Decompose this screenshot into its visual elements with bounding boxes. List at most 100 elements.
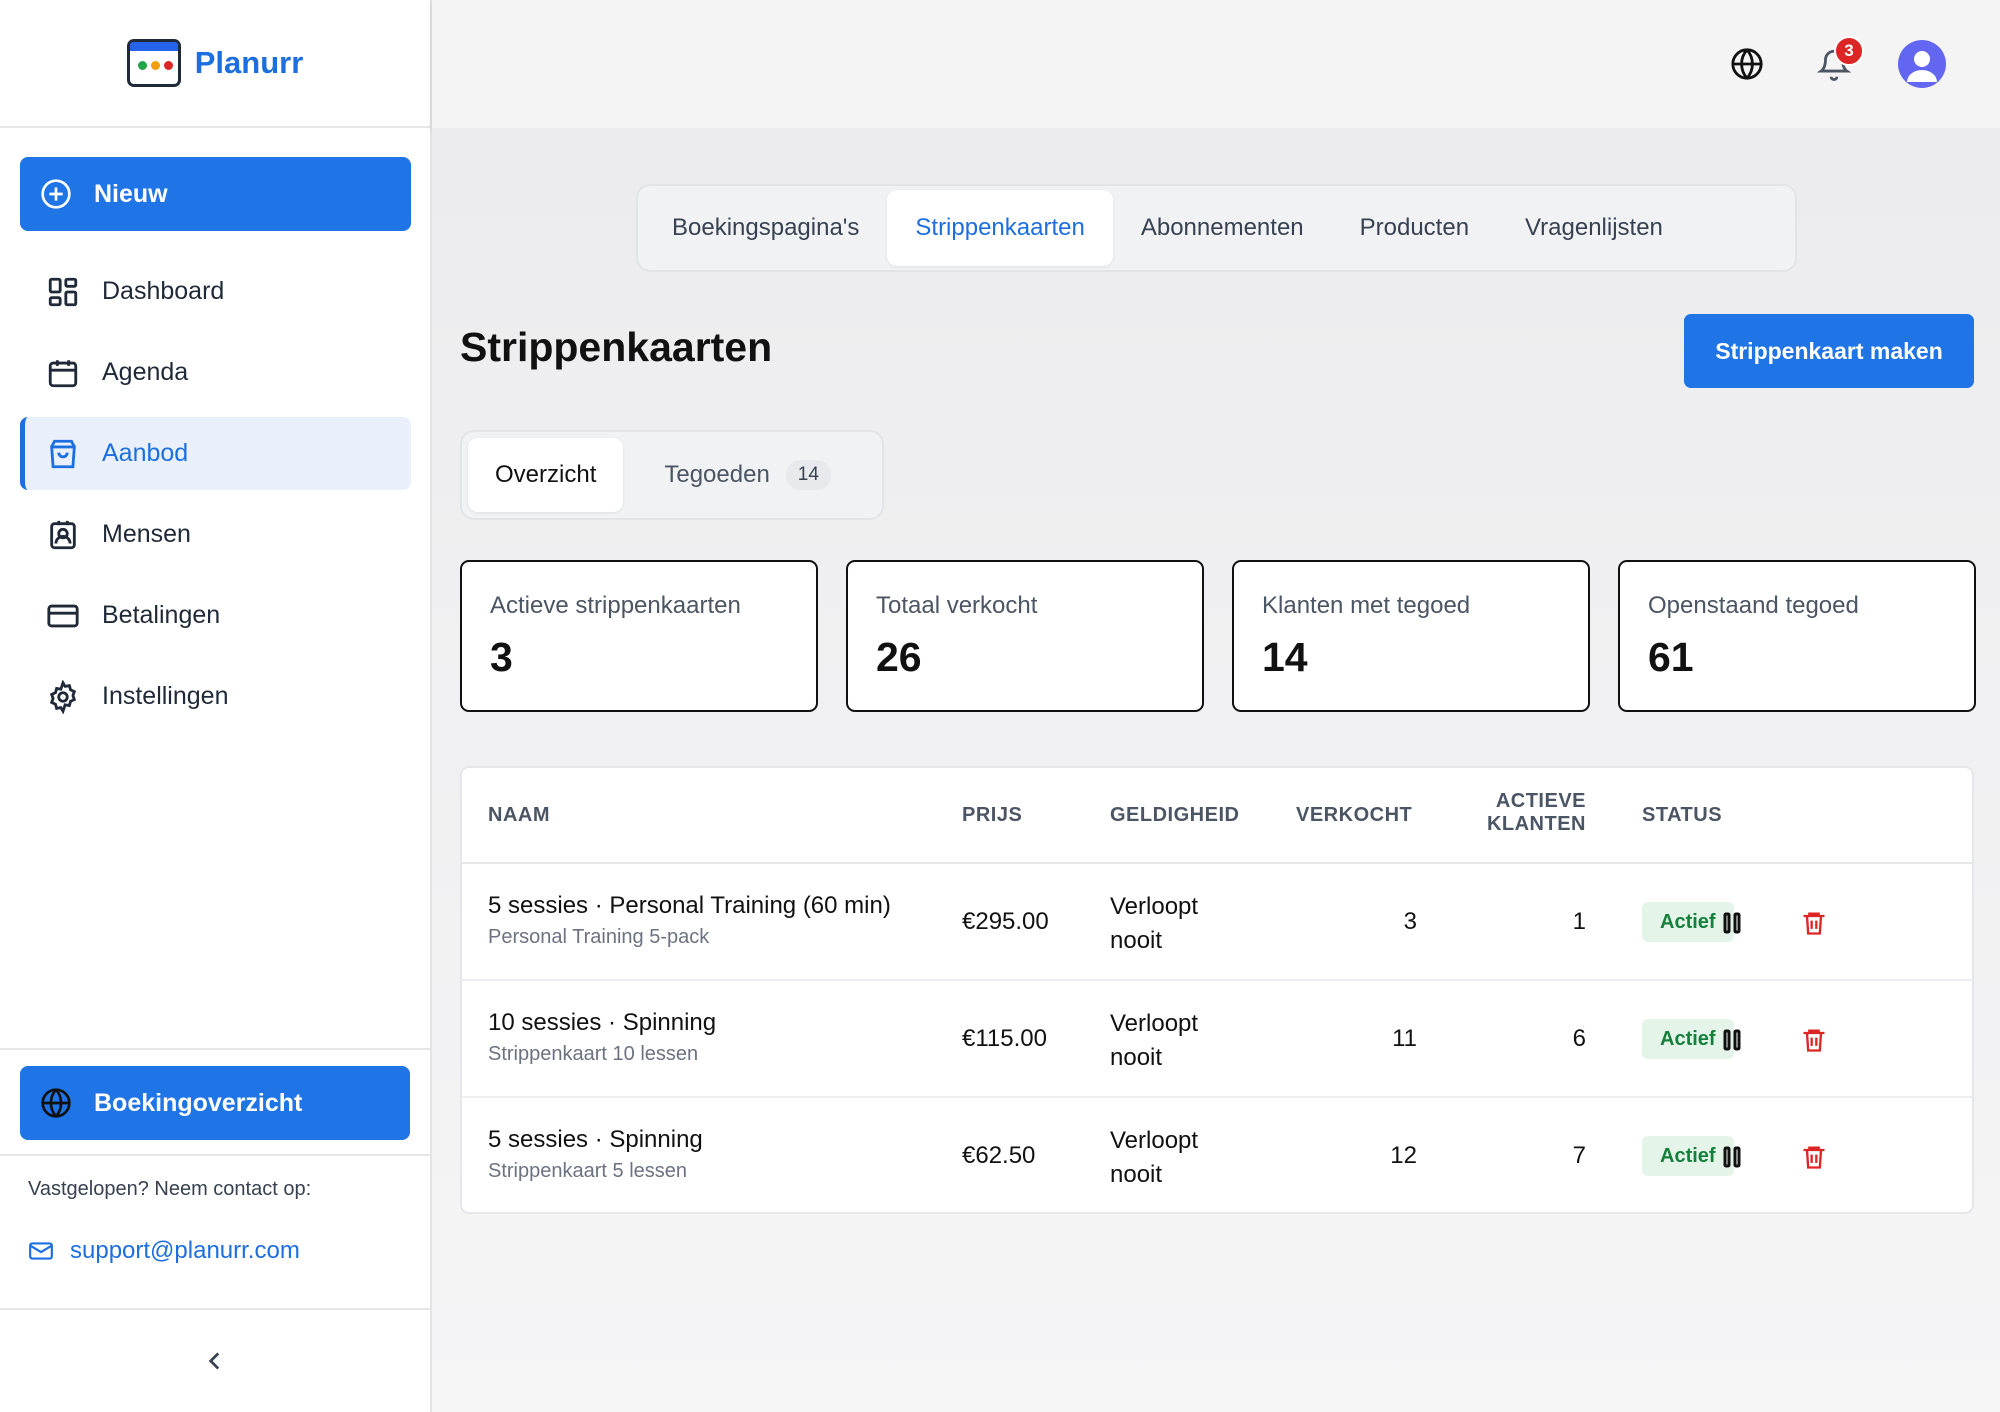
pause-button[interactable] <box>1714 1022 1750 1058</box>
avatar[interactable] <box>1898 40 1946 88</box>
globe-icon <box>1731 48 1763 80</box>
sidebar-item-mensen[interactable]: Mensen <box>20 498 411 571</box>
brand-name: Planurr <box>194 45 304 80</box>
sidebar-nav: Dashboard Agenda Aanbod Mensen Betalinge… <box>20 255 411 741</box>
row-title: 5 sessies · Spinning <box>488 1126 703 1153</box>
trash-icon <box>1803 1146 1825 1169</box>
stat-label: Openstaand tegoed <box>1648 592 1859 619</box>
sidebar-item-label: Aanbod <box>102 439 189 467</box>
row-price: €295.00 <box>962 908 1049 935</box>
column-header-line: ACTIEVE <box>1495 790 1586 812</box>
pause-icon <box>1723 912 1741 934</box>
new-button-label: Nieuw <box>94 179 168 208</box>
credits-count-badge: 14 <box>785 460 831 490</box>
row-title: 10 sessies · Spinning <box>488 1009 717 1036</box>
sidebar-item-label: Instellingen <box>102 682 229 710</box>
new-button[interactable]: Nieuw <box>20 157 411 231</box>
delete-button[interactable] <box>1796 1022 1832 1058</box>
gear-icon <box>49 679 77 714</box>
row-active-customers: 1 <box>1572 908 1586 935</box>
calendar-icon <box>48 359 78 387</box>
table-row[interactable]: 5 sessies · Personal Training (60 min) P… <box>462 864 1972 981</box>
table-header: NAAM PRIJS GELDIGHEID VERKOCHT ACTIEVE K… <box>462 768 1972 864</box>
card-icon <box>47 604 79 627</box>
trash-icon <box>1803 1029 1825 1052</box>
pause-icon <box>1723 1029 1741 1051</box>
notifications-button[interactable]: 3 <box>1814 36 1864 84</box>
create-strippenkaart-button[interactable]: Strippenkaart maken <box>1684 314 1974 388</box>
column-header-price[interactable]: PRIJS <box>962 804 1022 827</box>
stat-label: Klanten met tegoed <box>1262 592 1471 619</box>
validity-line: nooit <box>1110 1044 1163 1071</box>
subtab-label: Overzicht <box>495 461 597 488</box>
validity-line: nooit <box>1110 927 1163 954</box>
stat-value: 3 <box>490 634 513 680</box>
column-header-active-customers[interactable]: ACTIEVE KLANTEN <box>1487 790 1586 836</box>
tab-strippenkaarten[interactable]: Strippenkaarten <box>887 190 1113 266</box>
row-active-customers: 6 <box>1572 1025 1586 1052</box>
sidebar: Planurr Nieuw Dashboard Agenda Aanbod Me… <box>0 0 432 1412</box>
column-header-line: KLANTEN <box>1486 813 1586 835</box>
row-price: €115.00 <box>962 1025 1047 1052</box>
subtab-tegoeden[interactable]: Tegoeden 14 <box>637 438 858 512</box>
offer-tabs: Boekingspagina's Strippenkaarten Abonnem… <box>636 184 1797 272</box>
contact-icon <box>50 520 76 549</box>
pause-button[interactable] <box>1714 905 1750 941</box>
row-sold: 11 <box>1392 1025 1417 1052</box>
sidebar-item-agenda[interactable]: Agenda <box>20 336 411 409</box>
user-icon <box>1907 51 1937 82</box>
tab-abonnementen[interactable]: Abonnementen <box>1113 190 1332 266</box>
stats-row: Actieve strippenkaarten 3 Totaal verkoch… <box>460 560 1976 712</box>
stat-label: Actieve strippenkaarten <box>490 592 741 619</box>
globe-icon <box>41 1088 71 1118</box>
sidebar-item-dashboard[interactable]: Dashboard <box>20 255 411 328</box>
booking-overview-button[interactable]: Boekingoverzicht <box>20 1066 410 1140</box>
column-header-sold[interactable]: VERKOCHT <box>1296 804 1412 827</box>
row-active-customers: 7 <box>1572 1142 1586 1169</box>
delete-button[interactable] <box>1796 905 1832 941</box>
bag-icon <box>50 439 76 468</box>
sidebar-item-aanbod[interactable]: Aanbod <box>20 417 411 490</box>
tab-producten[interactable]: Producten <box>1332 190 1497 266</box>
row-title: 5 sessies · Personal Training (60 min) <box>488 892 891 919</box>
row-subtitle: Strippenkaart 5 lessen <box>488 1160 688 1182</box>
row-name: 10 sessies · Spinning Strippenkaart 10 l… <box>488 1009 716 1066</box>
row-subtitle: Personal Training 5-pack <box>488 926 710 948</box>
sidebar-item-label: Mensen <box>102 520 191 548</box>
row-validity: Verloopt nooit <box>1110 890 1198 958</box>
column-header-status[interactable]: STATUS <box>1642 804 1722 827</box>
sidebar-item-instellingen[interactable]: Instellingen <box>20 660 411 733</box>
validity-line: nooit <box>1110 1161 1163 1188</box>
strippenkaarten-table: NAAM PRIJS GELDIGHEID VERKOCHT ACTIEVE K… <box>460 766 1974 1214</box>
tab-boekingspaginas[interactable]: Boekingspagina's <box>644 190 887 266</box>
stat-value: 14 <box>1262 634 1308 680</box>
mail-icon <box>29 1242 53 1260</box>
main-content: Boekingspagina's Strippenkaarten Abonnem… <box>432 128 2000 1412</box>
brand[interactable]: Planurr <box>0 0 430 128</box>
pause-button[interactable] <box>1714 1139 1750 1175</box>
sidebar-item-betalingen[interactable]: Betalingen <box>20 579 411 652</box>
collapse-sidebar-button[interactable] <box>0 1308 430 1412</box>
validity-line: Verloopt <box>1110 1010 1199 1037</box>
sidebar-item-label: Dashboard <box>102 277 225 305</box>
row-validity: Verloopt nooit <box>1110 1007 1198 1075</box>
column-header-validity[interactable]: GELDIGHEID <box>1110 804 1239 827</box>
stat-value: 26 <box>876 634 922 680</box>
column-header-name[interactable]: NAAM <box>488 804 550 827</box>
support-email-link[interactable]: support@planurr.com <box>28 1237 430 1265</box>
table-row[interactable]: 5 sessies · Spinning Strippenkaart 5 les… <box>462 1098 1972 1212</box>
table-row[interactable]: 10 sessies · Spinning Strippenkaart 10 l… <box>462 981 1972 1098</box>
row-name: 5 sessies · Personal Training (60 min) P… <box>488 892 891 949</box>
booking-overview-label: Boekingoverzicht <box>94 1088 303 1117</box>
chevron-left-icon <box>208 1352 220 1370</box>
subtab-overzicht[interactable]: Overzicht <box>468 438 624 512</box>
stat-card-sold: Totaal verkocht 26 <box>846 560 1204 712</box>
tab-vragenlijsten[interactable]: Vragenlijsten <box>1497 190 1691 266</box>
stat-card-active: Actieve strippenkaarten 3 <box>460 560 818 712</box>
row-subtitle: Strippenkaart 10 lessen <box>488 1043 699 1065</box>
delete-button[interactable] <box>1796 1139 1832 1175</box>
plus-circle-icon <box>41 179 71 209</box>
page-title: Strippenkaarten <box>460 324 773 370</box>
language-button[interactable] <box>1727 44 1767 84</box>
row-sold: 3 <box>1403 908 1417 935</box>
